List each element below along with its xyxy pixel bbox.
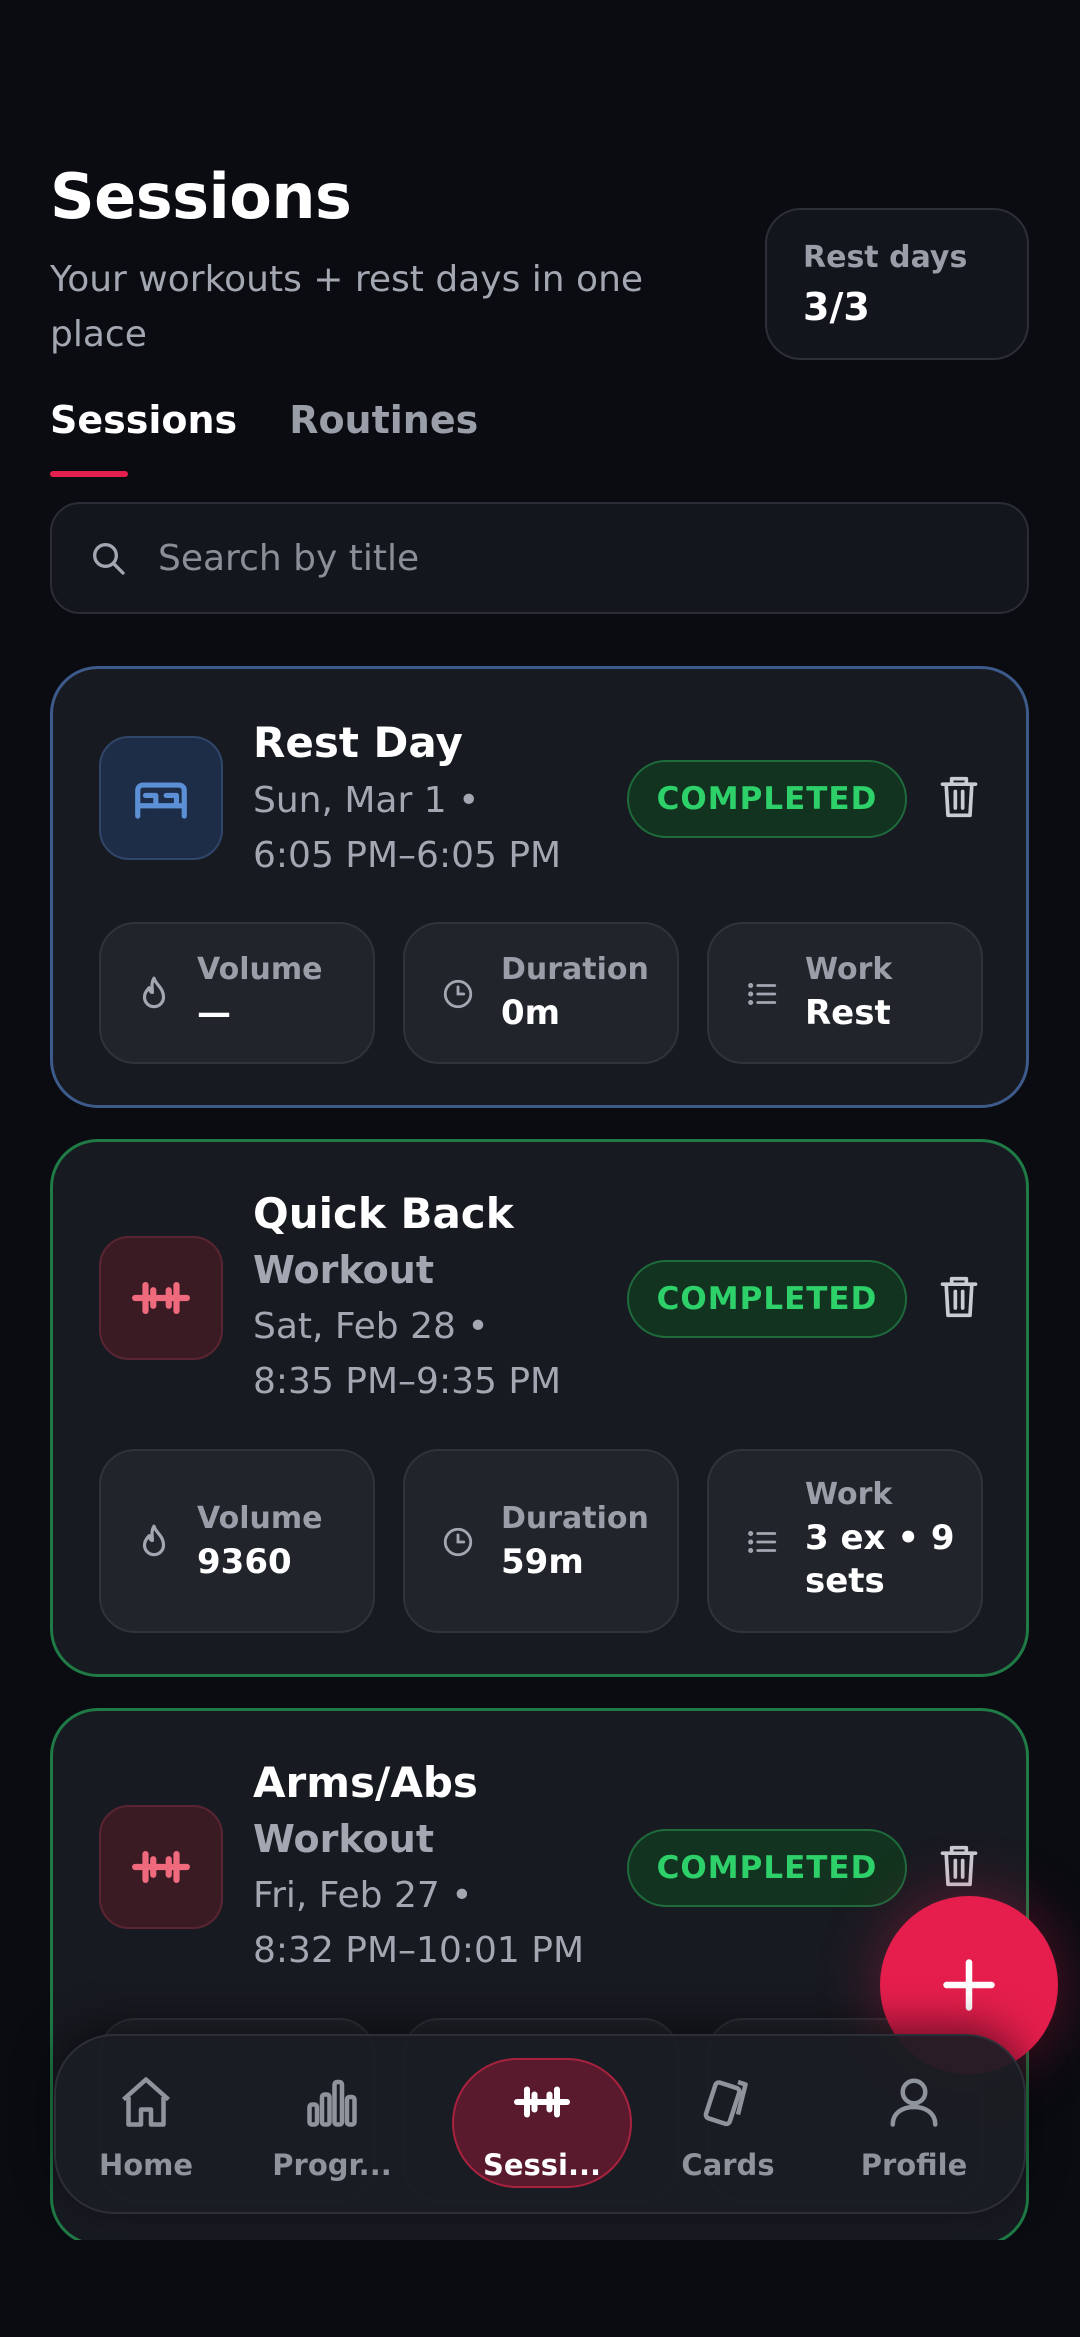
flame-icon bbox=[142, 976, 166, 1009]
session-subtitle: Workout bbox=[253, 1248, 434, 1292]
sessions-screen: Sessions Your workouts + rest days in on… bbox=[0, 0, 1080, 2337]
session-title: Rest Day bbox=[253, 718, 463, 767]
trash-icon[interactable] bbox=[937, 773, 981, 821]
session-date: Sun, Mar 1 • 6:05 PM–6:05 PM bbox=[253, 780, 562, 876]
status-badge: COMPLETED bbox=[627, 1260, 907, 1338]
status-badge: COMPLETED bbox=[627, 760, 907, 838]
page-subtitle: Your workouts + rest days in one place bbox=[50, 259, 644, 355]
home-icon bbox=[122, 2077, 170, 2127]
session-title: Arms/Abs bbox=[253, 1758, 478, 1807]
stat-work: Work Rest bbox=[707, 922, 983, 1064]
bottom-safe-area bbox=[0, 2240, 1080, 2337]
session-type-icon bbox=[99, 1805, 223, 1929]
rest-days-label: Rest days bbox=[803, 240, 968, 275]
nav-profile[interactable]: Profile bbox=[824, 2036, 1004, 2216]
bed-icon bbox=[135, 782, 187, 819]
session-card[interactable]: Quick Back Workout Sat, Feb 28 • 8:35 PM… bbox=[50, 1139, 1029, 1677]
dumbbell-icon bbox=[132, 1281, 190, 1315]
page-title: Sessions bbox=[50, 160, 352, 233]
plus-icon bbox=[943, 1959, 995, 2011]
stat-duration: Duration 0m bbox=[403, 922, 679, 1064]
list-icon bbox=[748, 1530, 777, 1554]
stat-duration: Duration 59m bbox=[403, 1449, 679, 1633]
tab-bar: Sessions Routines bbox=[50, 398, 478, 477]
stat-volume: Volume 9360 bbox=[99, 1449, 375, 1633]
tab-sessions[interactable]: Sessions bbox=[50, 398, 237, 477]
rest-days-value: 3/3 bbox=[803, 285, 870, 329]
session-subtitle: Workout bbox=[253, 1817, 434, 1861]
stat-volume: Volume — bbox=[99, 922, 375, 1064]
trash-icon[interactable] bbox=[937, 1842, 981, 1890]
search-icon bbox=[93, 543, 125, 575]
search-input[interactable] bbox=[158, 537, 958, 579]
list-icon bbox=[748, 982, 777, 1006]
session-date: Fri, Feb 27 • 8:32 PM–10:01 PM bbox=[253, 1875, 585, 1971]
status-badge: COMPLETED bbox=[627, 1829, 907, 1907]
session-type-icon bbox=[99, 1236, 223, 1360]
nav-progress[interactable]: Progr... bbox=[242, 2036, 422, 2216]
dumbbell-icon bbox=[132, 1850, 190, 1884]
nav-home[interactable]: Home bbox=[56, 2036, 236, 2216]
dumbbell-icon bbox=[514, 2086, 570, 2118]
search-bar[interactable] bbox=[50, 502, 1029, 614]
session-date: Sat, Feb 28 • 8:35 PM–9:35 PM bbox=[253, 1306, 562, 1402]
nav-sessions[interactable]: Sessi... bbox=[452, 2036, 632, 2216]
clock-icon bbox=[443, 979, 473, 1009]
cards-icon bbox=[703, 2079, 748, 2127]
bar-chart-icon bbox=[307, 2079, 357, 2127]
flame-icon bbox=[142, 1524, 166, 1557]
session-type-icon bbox=[99, 736, 223, 860]
rest-days-summary: Rest days 3/3 bbox=[765, 208, 1029, 360]
tab-routines[interactable]: Routines bbox=[289, 398, 478, 442]
nav-cards[interactable]: Cards bbox=[638, 2036, 818, 2216]
person-icon bbox=[890, 2078, 938, 2127]
trash-icon[interactable] bbox=[937, 1273, 981, 1321]
session-title: Quick Back bbox=[253, 1189, 514, 1238]
stat-work: Work 3 ex • 9 sets bbox=[707, 1449, 983, 1633]
clock-icon bbox=[443, 1527, 473, 1557]
bottom-nav: Home Progr... Sessi... Cards Profile bbox=[54, 2034, 1026, 2214]
session-card[interactable]: Rest Day Sun, Mar 1 • 6:05 PM–6:05 PM CO… bbox=[50, 666, 1029, 1108]
